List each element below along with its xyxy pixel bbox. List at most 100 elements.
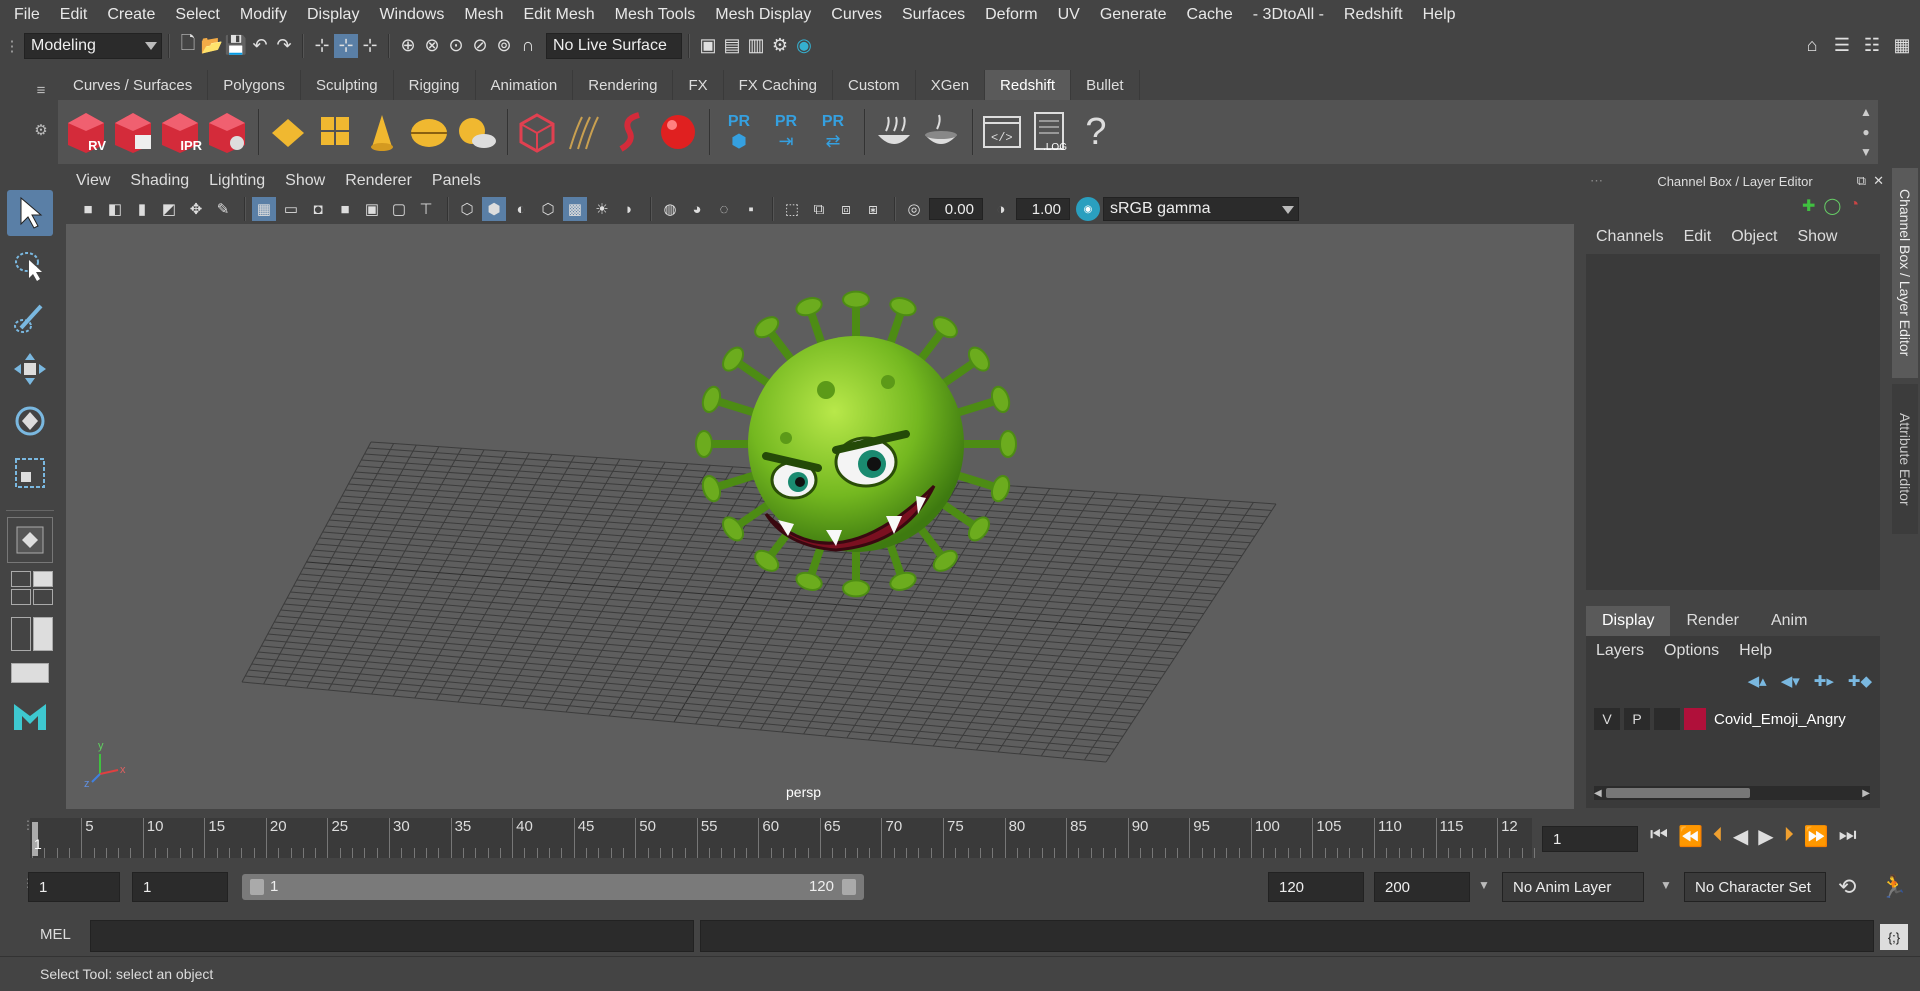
viewport-menu-renderer[interactable]: Renderer bbox=[335, 172, 422, 190]
channel-box-menu-channels[interactable]: Channels bbox=[1586, 228, 1674, 250]
outliner-layout-icon[interactable] bbox=[11, 617, 53, 651]
redshift-volume-icon[interactable] bbox=[609, 109, 653, 155]
layer-menu-help[interactable]: Help bbox=[1729, 642, 1782, 660]
move-tool-icon[interactable] bbox=[7, 346, 53, 392]
image-plane-icon[interactable]: ◩ bbox=[157, 197, 181, 221]
animation-end-field[interactable]: 200 bbox=[1374, 872, 1470, 902]
animation-prefs-icon[interactable]: 🏃 bbox=[1880, 874, 1907, 900]
safe-action-icon[interactable]: ▢ bbox=[387, 197, 411, 221]
redshift-ipr-icon[interactable]: IPR bbox=[158, 109, 202, 155]
live-surface-field[interactable]: No Live Surface bbox=[546, 32, 682, 59]
graph-layout-icon[interactable] bbox=[11, 663, 49, 683]
motion-blur-icon[interactable]: ◕ bbox=[685, 197, 709, 221]
channel-box-menu-object[interactable]: Object bbox=[1721, 228, 1787, 250]
auto-key-icon[interactable]: ⟲ bbox=[1838, 874, 1856, 900]
xray-joints-icon[interactable]: ⧈ bbox=[834, 197, 858, 221]
snap-surface-icon[interactable]: ⊚ bbox=[492, 34, 516, 58]
step-forward-icon[interactable]: ⏩ bbox=[1804, 824, 1829, 849]
shelf-tab-curves-surfaces[interactable]: Curves / Surfaces bbox=[58, 70, 209, 100]
shelf-tab-polygons[interactable]: Polygons bbox=[208, 70, 301, 100]
perspective-viewport[interactable]: y x z persp bbox=[66, 224, 1574, 809]
snap-curve-icon[interactable]: ⊗ bbox=[420, 34, 444, 58]
isolate-select-icon[interactable]: ⬚ bbox=[780, 197, 804, 221]
channel-box-list[interactable] bbox=[1586, 254, 1880, 590]
menu-3dtoall[interactable]: - 3DtoAll - bbox=[1243, 6, 1334, 24]
play-forwards-icon[interactable]: ▶ bbox=[1758, 824, 1773, 849]
channel-box-menu-show[interactable]: Show bbox=[1787, 228, 1847, 250]
menu-generate[interactable]: Generate bbox=[1090, 6, 1177, 24]
shelf-tab-sculpting[interactable]: Sculpting bbox=[300, 70, 394, 100]
xray-components-icon[interactable]: ⧆ bbox=[861, 197, 885, 221]
redshift-spot-light-icon[interactable] bbox=[360, 109, 404, 155]
snap-view-icon[interactable]: ⊘ bbox=[468, 34, 492, 58]
smooth-shade-icon[interactable]: ⬢ bbox=[482, 197, 506, 221]
panel-grip-icon[interactable]: ⋯ bbox=[1590, 173, 1603, 189]
exposure-icon[interactable]: ◎ bbox=[902, 197, 926, 221]
layer-move-up-icon[interactable]: ◀▴ bbox=[1748, 672, 1767, 690]
viewport-menu-show[interactable]: Show bbox=[275, 172, 335, 190]
select-object-icon[interactable]: ⊹ bbox=[334, 33, 358, 58]
depth-of-field-icon[interactable]: ▪ bbox=[739, 197, 763, 221]
scroll-left-icon[interactable]: ◀ bbox=[1594, 788, 1602, 799]
channel-box-side-tab[interactable]: Channel Box / Layer Editor bbox=[1892, 168, 1918, 378]
range-start-handle[interactable] bbox=[250, 879, 264, 895]
status-grip-icon[interactable]: ⋮ bbox=[0, 29, 24, 62]
hypershade-icon[interactable]: ◉ bbox=[792, 34, 816, 58]
menu-select[interactable]: Select bbox=[165, 6, 229, 24]
resolution-gate-icon[interactable]: ◘ bbox=[306, 197, 330, 221]
time-slider[interactable]: 5 10 15 20 25 30 35 40 45 50 55 60 65 70 75 80 85 90 95 100… bbox=[30, 818, 1535, 858]
anim-layer-arrow-icon[interactable]: ▼ bbox=[1478, 878, 1490, 892]
menu-windows[interactable]: Windows bbox=[369, 6, 454, 24]
menu-edit-mesh[interactable]: Edit Mesh bbox=[513, 6, 604, 24]
playback-end-field[interactable]: 120 bbox=[1268, 872, 1364, 902]
go-to-end-icon[interactable]: ⏭ bbox=[1839, 824, 1857, 849]
layer-name[interactable]: Covid_Emoji_Angry bbox=[1714, 711, 1846, 728]
shelf-tab-rendering[interactable]: Rendering bbox=[573, 70, 674, 100]
redshift-light-grid-icon[interactable] bbox=[313, 109, 357, 155]
single-perspective-layout-icon[interactable] bbox=[7, 517, 53, 563]
menu-file[interactable]: File bbox=[4, 6, 50, 24]
lasso-tool-icon[interactable] bbox=[7, 242, 53, 288]
menu-modify[interactable]: Modify bbox=[230, 6, 297, 24]
film-gate-icon[interactable]: ▭ bbox=[279, 197, 303, 221]
menu-mesh[interactable]: Mesh bbox=[454, 6, 513, 24]
shelf-tab-redshift[interactable]: Redshift bbox=[985, 70, 1072, 100]
2d-pan-zoom-icon[interactable]: ✥ bbox=[184, 197, 208, 221]
field-chart-icon[interactable]: ▣ bbox=[360, 197, 384, 221]
redshift-hair-icon[interactable] bbox=[562, 109, 606, 155]
menu-cache[interactable]: Cache bbox=[1177, 6, 1243, 24]
menu-deform[interactable]: Deform bbox=[975, 6, 1047, 24]
modeling-toolkit-icon[interactable]: ⌂ bbox=[1800, 34, 1824, 58]
pr-export-icon[interactable]: PR ⇥ bbox=[764, 109, 808, 155]
menu-help[interactable]: Help bbox=[1413, 6, 1466, 24]
shelf-tab-rigging[interactable]: Rigging bbox=[393, 70, 476, 100]
anim-layer-dropdown[interactable]: No Anim Layer bbox=[1502, 872, 1644, 902]
range-end-handle[interactable] bbox=[842, 879, 856, 895]
layer-menu-layers[interactable]: Layers bbox=[1586, 642, 1654, 660]
step-back-icon[interactable]: ⏪ bbox=[1678, 824, 1703, 849]
step-forward-key-icon[interactable]: ⏵ bbox=[1784, 824, 1794, 849]
script-editor-icon[interactable]: </> bbox=[980, 109, 1024, 155]
redshift-settings-icon[interactable] bbox=[205, 109, 249, 155]
viewport-menu-panels[interactable]: Panels bbox=[422, 172, 491, 190]
menu-edit[interactable]: Edit bbox=[50, 6, 98, 24]
timeline-grip[interactable]: ⋮ bbox=[22, 818, 34, 858]
layer-menu-options[interactable]: Options bbox=[1654, 642, 1729, 660]
layer-color-swatch[interactable] bbox=[1684, 708, 1706, 730]
channel-box-toggle-icon[interactable]: ▦ bbox=[1890, 34, 1914, 58]
scale-tool-icon[interactable] bbox=[7, 450, 53, 496]
channel-box-menu-edit[interactable]: Edit bbox=[1674, 228, 1722, 250]
save-scene-icon[interactable]: 💾 bbox=[224, 34, 248, 58]
layer-move-down-icon[interactable]: ◀▾ bbox=[1781, 672, 1800, 690]
rotate-tool-icon[interactable] bbox=[7, 398, 53, 444]
redshift-render-view-icon[interactable]: RV bbox=[64, 109, 108, 155]
command-input[interactable] bbox=[90, 920, 694, 952]
xray-icon[interactable]: ⧉ bbox=[807, 197, 831, 221]
gate-mask-icon[interactable]: ■ bbox=[333, 197, 357, 221]
camera-attributes-icon[interactable]: ◧ bbox=[103, 197, 127, 221]
layer-hscrollbar[interactable]: ◀ ▶ bbox=[1594, 786, 1870, 800]
redshift-dome-light-icon[interactable] bbox=[407, 109, 451, 155]
exposure-field[interactable]: 0.00 bbox=[929, 198, 983, 220]
render-bowl-icon[interactable] bbox=[872, 109, 916, 155]
pr-object-icon[interactable]: PR ⬢ bbox=[717, 109, 761, 155]
